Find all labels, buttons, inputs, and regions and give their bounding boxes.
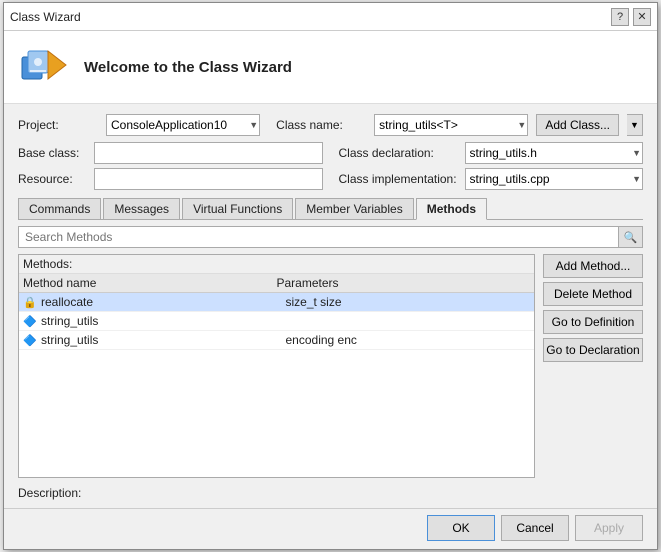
table-body: 🔒 reallocate size_t size 🔷 string_utils … [19, 293, 534, 477]
resource-label: Resource: [18, 172, 88, 186]
tab-virtual-functions[interactable]: Virtual Functions [182, 198, 293, 219]
add-class-split-arrow[interactable]: ▼ [627, 114, 643, 136]
delete-method-button[interactable]: Delete Method [543, 282, 643, 306]
project-label: Project: [18, 118, 98, 132]
go-to-declaration-button[interactable]: Go to Declaration [543, 338, 643, 362]
title-bar-title: Class Wizard [10, 10, 81, 24]
description-bar: Description: [18, 482, 643, 502]
description-label: Description: [18, 486, 81, 500]
table-row[interactable]: 🔒 reallocate size_t size [19, 293, 534, 312]
base-declaration-row: Base class: Class declaration: string_ut… [18, 142, 643, 190]
col-parameters: Parameters [277, 276, 531, 290]
title-bar-right: ? ✕ [611, 8, 651, 26]
table-row[interactable]: 🔷 string_utils [19, 312, 534, 331]
tab-member-variables[interactable]: Member Variables [295, 198, 413, 219]
tab-commands[interactable]: Commands [18, 198, 101, 219]
class-implementation-row: Class implementation: string_utils.cpp ▼ [339, 168, 644, 190]
method-name-2: string_utils [41, 333, 286, 347]
dialog-title: Welcome to the Class Wizard [84, 59, 292, 76]
method-params-2: encoding enc [286, 333, 531, 347]
project-classname-row: Project: ConsoleApplication10 ▼ Class na… [18, 114, 643, 136]
class-declaration-row: Class declaration: string_utils.h ▼ [339, 142, 644, 164]
method-name-0: reallocate [41, 295, 286, 309]
class-declaration-label: Class declaration: [339, 146, 459, 160]
classname-label: Class name: [276, 118, 366, 132]
project-select[interactable]: ConsoleApplication10 [106, 114, 260, 136]
apply-button[interactable]: Apply [575, 515, 643, 541]
add-method-button[interactable]: Add Method... [543, 254, 643, 278]
search-input[interactable] [18, 226, 619, 248]
wizard-icon [20, 43, 68, 91]
resource-row: Resource: [18, 168, 323, 190]
ok-button[interactable]: OK [427, 515, 495, 541]
help-button[interactable]: ? [611, 8, 629, 26]
methods-section-label: Methods: [19, 255, 534, 274]
search-button[interactable]: 🔍 [619, 226, 643, 248]
table-header: Method name Parameters [19, 274, 534, 293]
dialog-footer: OK Cancel Apply [4, 508, 657, 549]
table-row[interactable]: 🔷 string_utils encoding enc [19, 331, 534, 350]
go-to-definition-button[interactable]: Go to Definition [543, 310, 643, 334]
title-bar-left: Class Wizard [10, 10, 81, 24]
method-name-1: string_utils [41, 314, 286, 328]
cancel-button[interactable]: Cancel [501, 515, 569, 541]
class-wizard-dialog: Class Wizard ? ✕ Welcome to the Class Wi… [3, 2, 658, 550]
method-params-0: size_t size [286, 295, 531, 309]
side-buttons: Add Method... Delete Method Go to Defini… [543, 254, 643, 478]
title-bar: Class Wizard ? ✕ [4, 3, 657, 31]
tabs-bar: Commands Messages Virtual Functions Memb… [18, 198, 643, 220]
base-class-row: Base class: [18, 142, 323, 164]
resource-input[interactable] [94, 168, 323, 190]
close-button[interactable]: ✕ [633, 8, 651, 26]
dialog-body: Project: ConsoleApplication10 ▼ Class na… [4, 104, 657, 508]
access-icon-public: 🔷 [23, 314, 37, 328]
class-implementation-select[interactable]: string_utils.cpp [465, 168, 644, 190]
access-icon-private: 🔒 [23, 295, 37, 309]
classname-select[interactable]: string_utils<T> [374, 114, 528, 136]
content-area: Methods: Method name Parameters 🔒 reallo… [18, 254, 643, 478]
col-method-name: Method name [23, 276, 277, 290]
add-class-button[interactable]: Add Class... [536, 114, 619, 136]
tab-methods[interactable]: Methods [416, 198, 487, 220]
class-implementation-label: Class implementation: [339, 172, 459, 186]
tab-messages[interactable]: Messages [103, 198, 180, 219]
class-declaration-select[interactable]: string_utils.h [465, 142, 644, 164]
search-icon: 🔍 [624, 231, 638, 244]
dialog-header: Welcome to the Class Wizard [4, 31, 657, 104]
access-icon-public-2: 🔷 [23, 333, 37, 347]
search-row: 🔍 [18, 226, 643, 248]
methods-panel: Methods: Method name Parameters 🔒 reallo… [18, 254, 535, 478]
base-class-label: Base class: [18, 146, 88, 160]
base-class-input[interactable] [94, 142, 323, 164]
